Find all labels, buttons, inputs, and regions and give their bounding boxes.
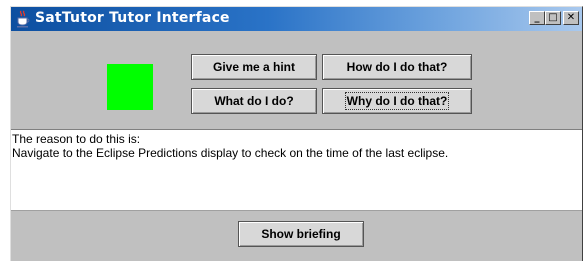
how-button[interactable]: How do I do that? bbox=[322, 54, 472, 80]
window-title: SatTutor Tutor Interface bbox=[35, 10, 230, 26]
java-cup-icon bbox=[17, 10, 30, 28]
why-button-label: Why do I do that? bbox=[344, 92, 450, 110]
show-briefing-button-label: Show briefing bbox=[261, 227, 341, 241]
tutor-window: SatTutor Tutor Interface _ □ ✕ Give me a… bbox=[10, 6, 583, 261]
hint-button-label: Give me a hint bbox=[212, 60, 296, 74]
what-button[interactable]: What do I do? bbox=[191, 88, 317, 114]
minimize-button[interactable]: _ bbox=[529, 11, 545, 25]
title-bar[interactable]: SatTutor Tutor Interface _ □ ✕ bbox=[11, 7, 582, 31]
hint-button[interactable]: Give me a hint bbox=[191, 54, 317, 80]
message-line-1: The reason to do this is: bbox=[12, 132, 141, 146]
show-briefing-button[interactable]: Show briefing bbox=[238, 221, 364, 247]
how-button-label: How do I do that? bbox=[346, 60, 448, 74]
why-button[interactable]: Why do I do that? bbox=[322, 88, 472, 114]
what-button-label: What do I do? bbox=[214, 94, 294, 108]
message-area[interactable]: The reason to do this is: Navigate to th… bbox=[11, 129, 582, 211]
message-line-2: Navigate to the Eclipse Predictions disp… bbox=[12, 146, 449, 160]
status-indicator bbox=[107, 64, 153, 110]
close-button[interactable]: ✕ bbox=[563, 11, 579, 25]
maximize-button[interactable]: □ bbox=[545, 11, 561, 25]
